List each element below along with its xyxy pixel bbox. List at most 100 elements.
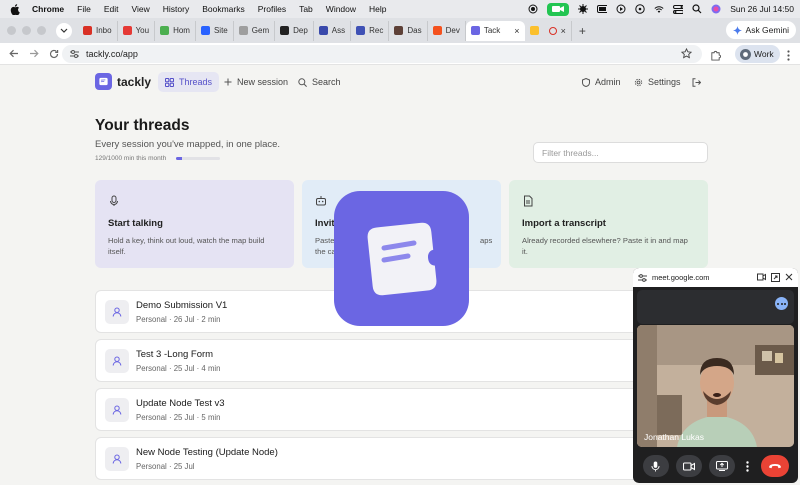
ask-gemini-button[interactable]: Ask Gemini: [725, 21, 796, 39]
new-tab-button[interactable]: +: [579, 24, 586, 38]
menu-tab[interactable]: Tab: [299, 4, 313, 14]
end-call-button[interactable]: [760, 455, 789, 477]
extensions-puzzle-icon[interactable]: [710, 48, 721, 66]
browser-tab[interactable]: Site: [196, 20, 234, 41]
grid-icon: [165, 77, 174, 87]
browser-tab[interactable]: You: [118, 20, 156, 41]
menu-chrome[interactable]: Chrome: [32, 4, 64, 14]
card-import-transcript[interactable]: Import a transcript Already recorded els…: [509, 180, 708, 268]
bookmark-star-icon[interactable]: [680, 47, 693, 61]
tab-favicon-icon: [160, 26, 170, 35]
camera-toggle-icon[interactable]: [757, 273, 766, 281]
tab-label: Gem: [251, 26, 270, 35]
extension-status-icon[interactable]: [578, 4, 589, 14]
card-description-right: aps: [480, 236, 493, 245]
menu-history[interactable]: History: [163, 4, 189, 14]
browser-tab[interactable]: Rec: [351, 20, 390, 41]
gemini-sparkle-icon: [732, 25, 742, 35]
tab-label: Site: [213, 26, 228, 35]
back-button[interactable]: [8, 48, 20, 60]
nav-threads[interactable]: Threads: [158, 72, 220, 92]
tab-search-button[interactable]: [56, 22, 72, 39]
thread-row[interactable]: New Node Testing (Update Node) Personal ·…: [95, 437, 655, 480]
menu-view[interactable]: View: [131, 4, 149, 14]
more-options-icon[interactable]: [775, 297, 788, 310]
apple-menu-icon[interactable]: [8, 2, 22, 16]
nav-new-session[interactable]: New session: [224, 72, 288, 92]
microphone-button[interactable]: [642, 455, 669, 477]
close-tab-icon[interactable]: ×: [514, 26, 519, 36]
browser-tab[interactable]: Gem: [234, 20, 276, 41]
browser-tab-strip: Inbo You Hom Site Gem Dep Ass Rec Das Dev Tack × × +…: [0, 18, 800, 43]
browser-tab[interactable]: Hom: [155, 20, 196, 41]
reload-button[interactable]: [48, 48, 60, 60]
browser-tab[interactable]: Dep: [275, 20, 314, 41]
play-status-icon[interactable]: [616, 4, 626, 14]
profile-work-button[interactable]: Work: [735, 45, 780, 63]
menu-profiles[interactable]: Profiles: [258, 4, 286, 14]
more-actions-button[interactable]: [742, 455, 754, 477]
close-window-button[interactable]: [7, 26, 16, 35]
logout-button[interactable]: [692, 72, 701, 92]
browser-tab[interactable]: Inbo: [78, 20, 118, 41]
meet-picture-in-picture[interactable]: meet.google.com Jonathan Lukas: [633, 268, 798, 483]
battery-icon[interactable]: [597, 4, 608, 14]
card-title: Import a transcript: [522, 218, 606, 229]
maximize-window-button[interactable]: [37, 26, 46, 35]
camera-button[interactable]: [675, 455, 702, 477]
card-description-left: Paste: [315, 236, 335, 245]
thread-meta: Personal · 26 Jul · 2 min: [136, 315, 221, 324]
back-to-tab-icon[interactable]: [771, 273, 780, 282]
url-text[interactable]: tackly.co/app: [86, 49, 138, 59]
nav-admin[interactable]: Admin: [582, 72, 621, 92]
tab-favicon-icon: [200, 26, 210, 35]
menubar-clock[interactable]: Sun 26 Jul 14:50: [730, 4, 794, 14]
menu-edit[interactable]: Edit: [104, 4, 119, 14]
close-icon[interactable]: [785, 273, 793, 281]
thread-row[interactable]: Update Node Test v3 Personal · 25 Jul · 5…: [95, 388, 655, 431]
close-tab-icon[interactable]: ×: [561, 26, 566, 36]
site-settings-icon[interactable]: [638, 273, 647, 282]
thread-meta: Personal · 25 Jul: [136, 462, 195, 471]
app-logo-text[interactable]: tackly: [117, 75, 151, 89]
usage-text: 129/1000 min this month: [95, 155, 167, 162]
nav-search[interactable]: Search: [298, 72, 341, 92]
forward-button[interactable]: [28, 48, 40, 60]
present-screen-icon: [715, 461, 728, 471]
pip-url: meet.google.com: [652, 273, 710, 282]
thread-row[interactable]: Test 3 -Long Form Personal · 25 Jul · 4 m…: [95, 339, 655, 382]
siri-icon[interactable]: [711, 4, 721, 14]
person-icon: [105, 300, 129, 324]
menu-file[interactable]: File: [77, 4, 91, 14]
browser-tab[interactable]: Ass: [314, 20, 352, 41]
participant-video-feed: [637, 325, 794, 447]
thread-title: New Node Testing (Update Node): [136, 447, 278, 458]
browser-tab[interactable]: Tack ×: [465, 20, 525, 41]
address-bar[interactable]: tackly.co/app: [62, 45, 702, 63]
menu-help[interactable]: Help: [369, 4, 386, 14]
nav-settings[interactable]: Settings: [634, 72, 681, 92]
search-spotlight-icon[interactable]: [692, 4, 702, 14]
menu-bookmarks[interactable]: Bookmarks: [202, 4, 245, 14]
menu-window[interactable]: Window: [326, 4, 356, 14]
thread-title: Update Node Test v3: [136, 398, 225, 409]
browser-menu-icon[interactable]: [787, 48, 790, 66]
browser-tab[interactable]: ×: [525, 20, 572, 41]
minimize-window-button[interactable]: [22, 26, 31, 35]
browser-tab[interactable]: Dev: [428, 20, 466, 41]
meet-camera-status-icon[interactable]: [547, 2, 570, 16]
card-start-talking[interactable]: Start talking Hold a key, think out loud…: [95, 180, 294, 268]
wifi-icon[interactable]: [654, 4, 664, 14]
present-screen-button[interactable]: [708, 455, 735, 477]
record-icon[interactable]: [528, 4, 538, 14]
tab-label: Dep: [293, 26, 308, 35]
control-center-icon[interactable]: [673, 4, 684, 14]
tab-favicon-icon: [394, 26, 404, 35]
music-status-icon[interactable]: [635, 4, 645, 14]
tackly-logo-icon[interactable]: [95, 73, 112, 90]
browser-tab[interactable]: Das: [389, 20, 428, 41]
tab-label: Dev: [445, 26, 460, 35]
filter-threads-input[interactable]: [533, 142, 708, 163]
participant-video: Jonathan Lukas: [637, 325, 794, 447]
site-settings-icon[interactable]: [70, 50, 79, 58]
